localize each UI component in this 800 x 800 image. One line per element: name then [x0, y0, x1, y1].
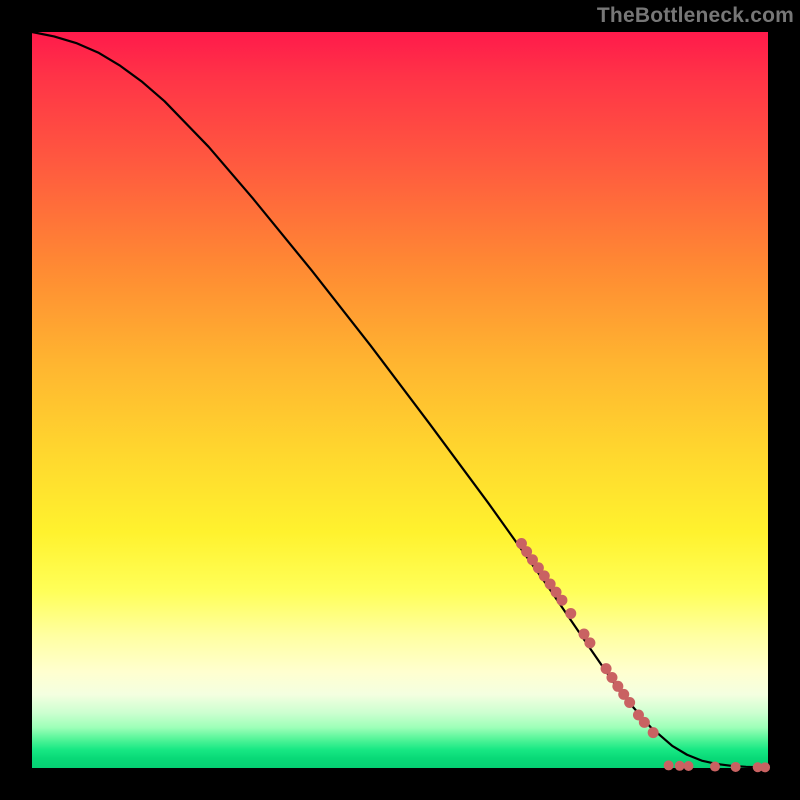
data-point — [584, 637, 595, 648]
data-point — [684, 761, 694, 771]
data-point — [624, 697, 635, 708]
data-point — [710, 762, 720, 772]
data-point — [639, 717, 650, 728]
data-point — [664, 760, 674, 770]
chart-frame: TheBottleneck.com — [0, 0, 800, 800]
data-point — [556, 595, 567, 606]
watermark-text: TheBottleneck.com — [597, 4, 794, 28]
plot-area — [32, 32, 768, 768]
data-point — [648, 727, 659, 738]
data-point — [675, 761, 685, 771]
highlighted-points-group — [516, 538, 770, 772]
chart-overlay — [32, 32, 768, 768]
data-point — [760, 762, 770, 772]
data-point — [565, 608, 576, 619]
bottleneck-curve — [32, 32, 768, 768]
data-point — [731, 762, 741, 772]
